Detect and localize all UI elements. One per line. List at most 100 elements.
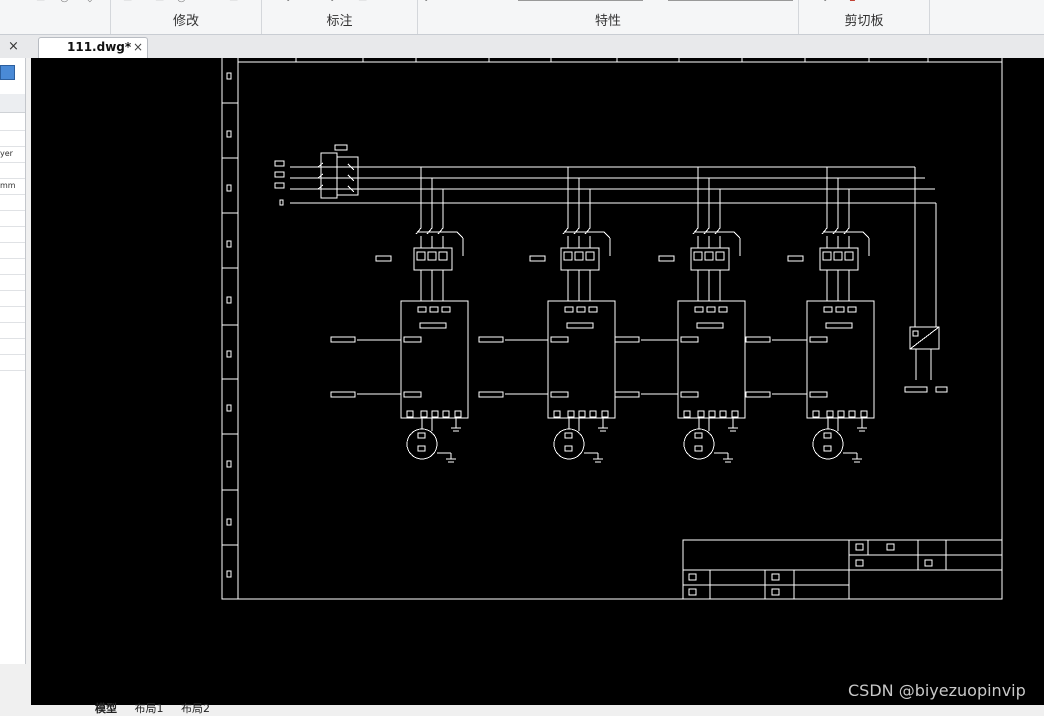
label-box (550, 336, 569, 343)
property-dropdown[interactable] (668, 0, 793, 1)
output-label (745, 336, 771, 343)
property-row[interactable] (0, 130, 25, 147)
zone-marker (226, 72, 232, 80)
chevron-down-icon[interactable]: ⌄ (328, 0, 340, 4)
output-label (614, 391, 640, 398)
terminal (718, 306, 728, 313)
property-row[interactable] (0, 114, 25, 131)
ribbon-group-draw: ▭ ○ ◇ (0, 0, 111, 34)
tool-icon[interactable]: ▭ (229, 0, 241, 4)
title-cell-marker (771, 573, 780, 581)
drive-unit (400, 300, 469, 419)
switch-blade (843, 227, 850, 235)
layout-tab-layout1[interactable]: 布局1 (135, 702, 164, 715)
close-icon[interactable]: × (8, 39, 19, 54)
select-objects-icon[interactable] (0, 65, 15, 80)
property-row[interactable] (0, 322, 25, 339)
motor-label (417, 432, 426, 439)
drawing-canvas[interactable] (31, 58, 1044, 705)
property-row[interactable] (0, 354, 25, 371)
drive-unit (806, 300, 875, 419)
terminal (417, 306, 427, 313)
title-cell-marker (771, 588, 780, 596)
chevron-down-icon[interactable]: ⌄ (284, 0, 296, 4)
tool-icon[interactable]: ▭ (36, 0, 48, 4)
property-row[interactable] (0, 210, 25, 227)
ribbon-group-properties: ⌄ 特性 (418, 0, 799, 34)
label-box (809, 391, 828, 398)
terminal (442, 410, 450, 418)
fuse-element (715, 251, 725, 261)
label-box (419, 322, 447, 329)
terminal (697, 410, 705, 418)
terminal (601, 410, 609, 418)
property-row[interactable] (0, 258, 25, 275)
switch-blade (584, 227, 591, 235)
tool-icon[interactable]: ▭ (358, 0, 370, 4)
terminal (860, 410, 868, 418)
tool-icon[interactable]: ◇ (86, 0, 98, 4)
terminal (578, 410, 586, 418)
terminal (731, 410, 739, 418)
property-dropdown[interactable] (518, 0, 643, 1)
property-row[interactable]: yer (0, 146, 25, 163)
property-row[interactable] (0, 274, 25, 291)
properties-header (0, 94, 25, 113)
label-box (904, 386, 928, 393)
terminal (848, 410, 856, 418)
tool-icon[interactable]: ○ (60, 0, 72, 4)
label-box (334, 144, 348, 151)
motor-label (694, 445, 703, 452)
property-row[interactable] (0, 226, 25, 243)
tool-icon[interactable]: ▭ (123, 0, 135, 4)
document-tab-title: 111.dwg* (67, 40, 132, 54)
switch-link (603, 231, 611, 239)
terminal (429, 306, 439, 313)
zone-marker (226, 570, 232, 578)
property-row[interactable] (0, 338, 25, 355)
title-cell-marker (855, 559, 864, 567)
watermark: CSDN @biyezuopinvip (848, 681, 1026, 700)
title-cell-marker (924, 559, 933, 567)
terminal (812, 410, 820, 418)
contactor-block (819, 247, 859, 271)
switch-blade (415, 227, 422, 235)
terminal (441, 306, 451, 313)
output-label (745, 391, 771, 398)
label-box (403, 391, 422, 398)
zone-marker (226, 350, 232, 358)
terminal (420, 410, 428, 418)
title-cell-marker (688, 573, 697, 581)
paste-icon[interactable]: ▪ (849, 0, 861, 4)
chevron-down-icon[interactable]: ⌄ (422, 0, 434, 4)
zone-marker (226, 296, 232, 304)
property-row[interactable] (0, 290, 25, 307)
label-box (825, 322, 853, 329)
property-row[interactable] (0, 194, 25, 211)
terminal (406, 410, 414, 418)
fuse-element (416, 251, 426, 261)
layout-tab-model[interactable]: 模型 (95, 702, 117, 715)
terminal (564, 306, 574, 313)
chevron-down-icon[interactable]: ⌄ (821, 0, 833, 4)
title-cell-marker (886, 543, 895, 551)
ribbon-group-modify: ▭ ▭ ○ ▭ 修改 (111, 0, 262, 34)
switch-blade (703, 227, 710, 235)
motor-label (564, 445, 573, 452)
close-icon[interactable]: × (133, 40, 143, 54)
document-tab[interactable]: 111.dwg* × (38, 37, 148, 59)
drive-unit (677, 300, 746, 419)
label-box (787, 255, 804, 262)
ribbon-group-label: 剪切板 (844, 14, 884, 29)
terminal (553, 410, 561, 418)
property-row[interactable] (0, 162, 25, 179)
property-row[interactable]: mm (0, 178, 25, 195)
property-row[interactable] (0, 306, 25, 323)
terminal (719, 410, 727, 418)
label-box (375, 255, 392, 262)
property-row[interactable] (0, 242, 25, 259)
layout-tab-layout2[interactable]: 布局2 (181, 702, 210, 715)
tool-icon[interactable]: ○ (177, 0, 189, 4)
label-box (274, 182, 285, 189)
tool-icon[interactable]: ▭ (155, 0, 167, 4)
